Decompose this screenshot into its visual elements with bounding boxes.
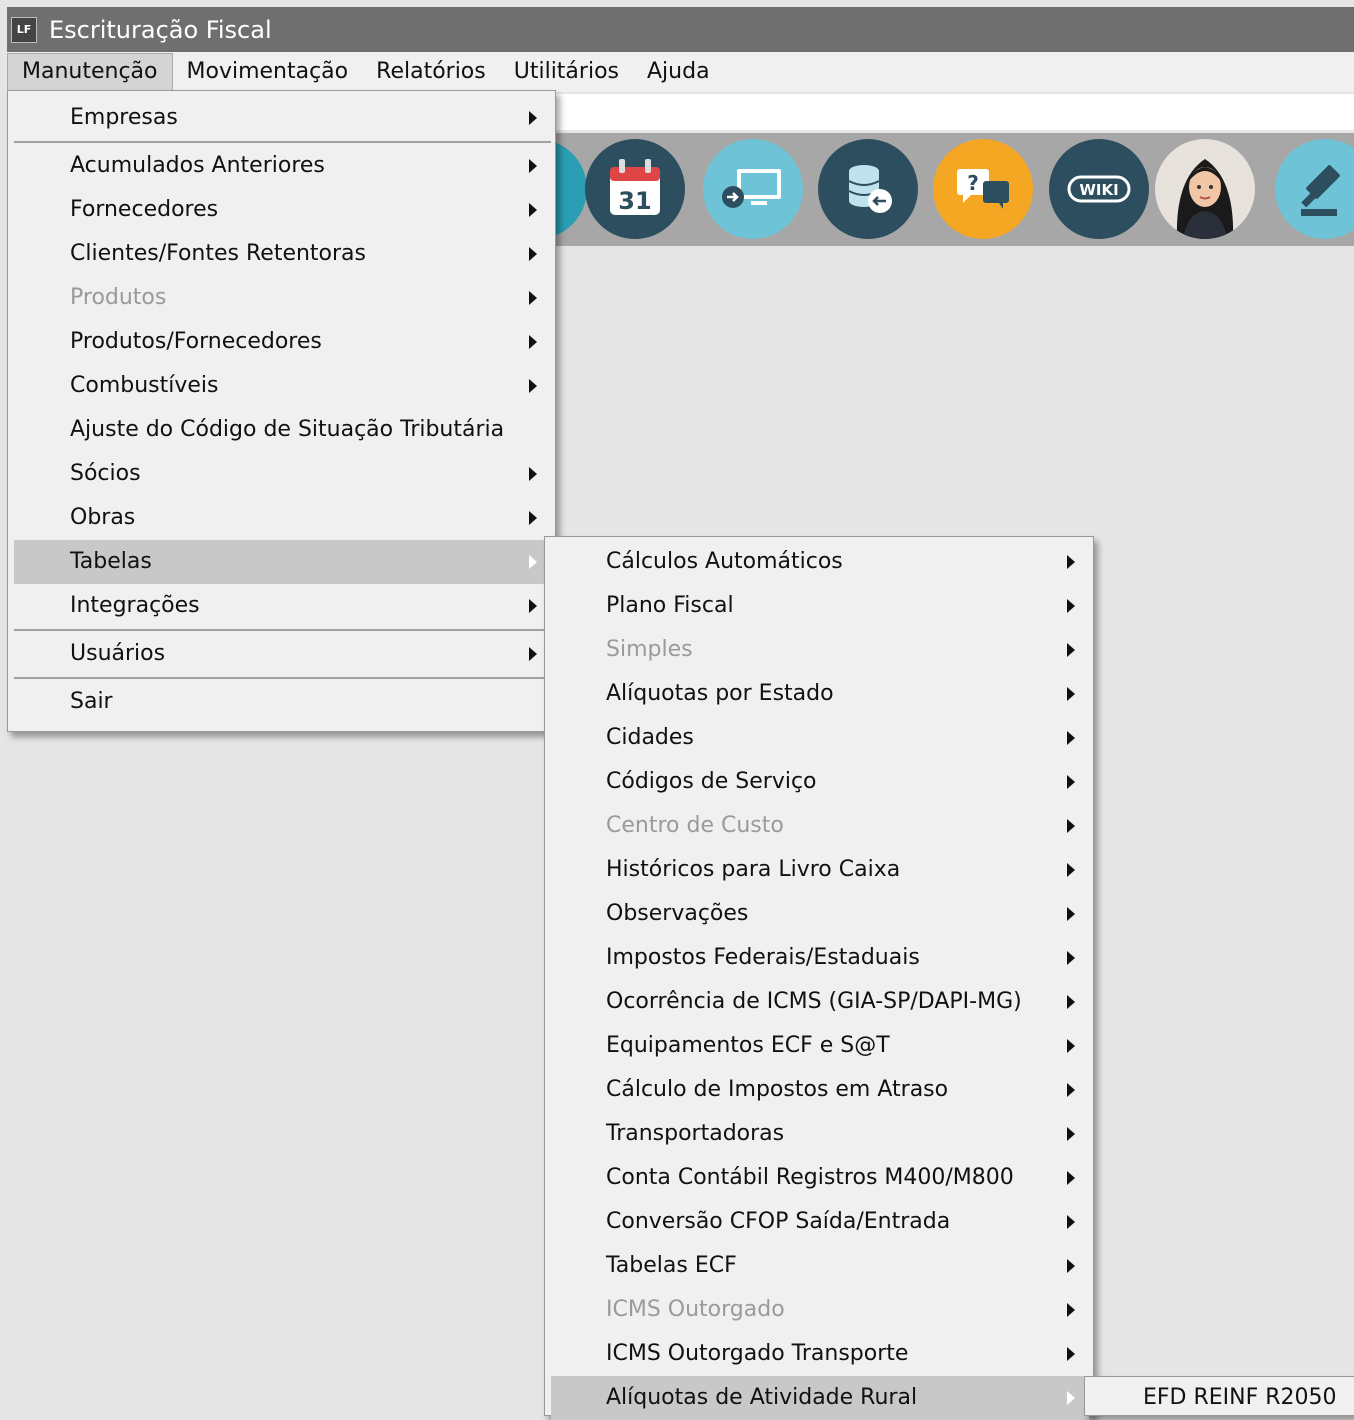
menu-relatorios[interactable]: Relatórios — [362, 54, 500, 90]
submenu-arrow-icon — [1067, 1259, 1075, 1273]
submenu-item-tabelas-ecf[interactable]: Tabelas ECF — [551, 1244, 1089, 1288]
submenu-arrow-icon — [1067, 599, 1075, 613]
calendar-icon[interactable]: 31 — [585, 139, 685, 239]
submenu-arrow-icon — [1067, 555, 1075, 569]
submenu-arrow-icon — [529, 599, 537, 613]
menu-item-sair[interactable]: Sair — [14, 680, 551, 724]
submenu-arrow-icon — [1067, 995, 1075, 1009]
menu-item-produtos-fornecedores[interactable]: Produtos/Fornecedores — [14, 320, 551, 364]
menu-item-empresas[interactable]: Empresas — [14, 96, 551, 140]
window-title: Escrituração Fiscal — [49, 15, 272, 44]
submenu-arrow-icon — [1067, 1083, 1075, 1097]
submenu-arrow-icon — [1067, 1215, 1075, 1229]
submenu-arrow-icon — [529, 159, 537, 173]
wiki-label: WIKI — [1079, 181, 1118, 199]
submenu-arrow-icon — [529, 511, 537, 525]
app-icon[interactable]: LF — [11, 16, 37, 43]
menu-item-combustiveis[interactable]: Combustíveis — [14, 364, 551, 408]
calendar-day: 31 — [618, 187, 651, 215]
submenu-arrow-icon — [529, 291, 537, 305]
submenu-item-aliquotas-atividade-rural[interactable]: Alíquotas de Atividade Rural — [551, 1376, 1089, 1420]
menu-ajuda[interactable]: Ajuda — [633, 54, 724, 90]
submenu-arrow-icon — [529, 467, 537, 481]
menu-separator — [14, 141, 551, 143]
remote-access-icon[interactable] — [703, 139, 803, 239]
submenu-arrow-icon — [1067, 1347, 1075, 1361]
submenu-arrow-icon — [529, 379, 537, 393]
menu-item-integracoes[interactable]: Integrações — [14, 584, 551, 628]
manutencao-menu: Empresas Acumulados Anteriores Fornecedo… — [7, 90, 556, 732]
submenu-item-conta-contabil[interactable]: Conta Contábil Registros M400/M800 — [551, 1156, 1089, 1200]
menu-item-ajuste-cst[interactable]: Ajuste do Código de Situação Tributária — [14, 408, 551, 452]
database-restore-icon[interactable] — [818, 139, 918, 239]
submenu-item-codigos-servico[interactable]: Códigos de Serviço — [551, 760, 1089, 804]
menu-bar: Manutenção Movimentação Relatórios Utili… — [7, 52, 1354, 92]
submenu-arrow-icon — [1067, 951, 1075, 965]
menu-item-usuarios[interactable]: Usuários — [14, 632, 551, 676]
submenu-item-transportadoras[interactable]: Transportadoras — [551, 1112, 1089, 1156]
help-mark: ? — [967, 171, 979, 195]
submenu-arrow-icon — [1067, 1171, 1075, 1185]
submenu-item-icms-outorgado-transporte[interactable]: ICMS Outorgado Transporte — [551, 1332, 1089, 1376]
submenu-item-equipamentos-ecf[interactable]: Equipamentos ECF e S@T — [551, 1024, 1089, 1068]
menu-item-obras[interactable]: Obras — [14, 496, 551, 540]
atividade-rural-submenu: EFD REINF R2050 — [1084, 1376, 1354, 1416]
submenu-item-historicos-livro-caixa[interactable]: Históricos para Livro Caixa — [551, 848, 1089, 892]
submenu-arrow-icon — [1067, 731, 1075, 745]
gavel-icon[interactable] — [1275, 139, 1354, 239]
menu-item-socios[interactable]: Sócios — [14, 452, 551, 496]
menu-item-acumulados-anteriores[interactable]: Acumulados Anteriores — [14, 144, 551, 188]
submenu-arrow-icon — [1067, 687, 1075, 701]
submenu-arrow-icon — [1067, 775, 1075, 789]
submenu-item-simples: Simples — [551, 628, 1089, 672]
submenu-arrow-icon — [529, 203, 537, 217]
submenu-arrow-icon — [1067, 1391, 1075, 1405]
submenu-item-calculos-automaticos[interactable]: Cálculos Automáticos — [551, 540, 1089, 584]
submenu-item-ocorrencia-icms[interactable]: Ocorrência de ICMS (GIA-SP/DAPI-MG) — [551, 980, 1089, 1024]
menu-manutencao[interactable]: Manutenção — [7, 53, 173, 91]
submenu-arrow-icon — [529, 335, 537, 349]
submenu-arrow-icon — [529, 555, 537, 569]
menu-separator — [14, 677, 551, 679]
submenu-arrow-icon — [1067, 907, 1075, 921]
assistant-avatar-icon[interactable] — [1155, 139, 1255, 239]
submenu-item-aliquotas-estado[interactable]: Alíquotas por Estado — [551, 672, 1089, 716]
help-chat-icon[interactable]: ? — [933, 139, 1033, 239]
submenu-arrow-icon — [529, 647, 537, 661]
wiki-icon[interactable]: WIKI — [1049, 139, 1149, 239]
submenu-item-conversao-cfop[interactable]: Conversão CFOP Saída/Entrada — [551, 1200, 1089, 1244]
submenu-arrow-icon — [1067, 819, 1075, 833]
submenu-item-centro-custo: Centro de Custo — [551, 804, 1089, 848]
submenu-item-plano-fiscal[interactable]: Plano Fiscal — [551, 584, 1089, 628]
menu-utilitarios[interactable]: Utilitários — [500, 54, 633, 90]
submenu-arrow-icon — [1067, 1127, 1075, 1141]
menu-movimentacao[interactable]: Movimentação — [173, 54, 363, 90]
submenu-item-cidades[interactable]: Cidades — [551, 716, 1089, 760]
menu-item-clientes[interactable]: Clientes/Fontes Retentoras — [14, 232, 551, 276]
submenu-arrow-icon — [1067, 863, 1075, 877]
menu-item-produtos: Produtos — [14, 276, 551, 320]
submenu-arrow-icon — [1067, 643, 1075, 657]
menu-separator — [14, 629, 551, 631]
menu-item-tabelas[interactable]: Tabelas — [14, 540, 551, 584]
submenu-item-observacoes[interactable]: Observações — [551, 892, 1089, 936]
submenu-arrow-icon — [529, 111, 537, 125]
submenu-arrow-icon — [1067, 1303, 1075, 1317]
submenu-arrow-icon — [529, 247, 537, 261]
submenu-item-calculo-impostos-atraso[interactable]: Cálculo de Impostos em Atraso — [551, 1068, 1089, 1112]
submenu-item-icms-outorgado: ICMS Outorgado — [551, 1288, 1089, 1332]
submenu-item-impostos-federais[interactable]: Impostos Federais/Estaduais — [551, 936, 1089, 980]
tabelas-submenu: Cálculos Automáticos Plano Fiscal Simple… — [544, 536, 1094, 1420]
title-bar: LF Escrituração Fiscal — [7, 7, 1354, 52]
submenu-item-efd-reinf-r2050[interactable]: EFD REINF R2050 — [1087, 1376, 1353, 1420]
menu-item-fornecedores[interactable]: Fornecedores — [14, 188, 551, 232]
submenu-arrow-icon — [1067, 1039, 1075, 1053]
